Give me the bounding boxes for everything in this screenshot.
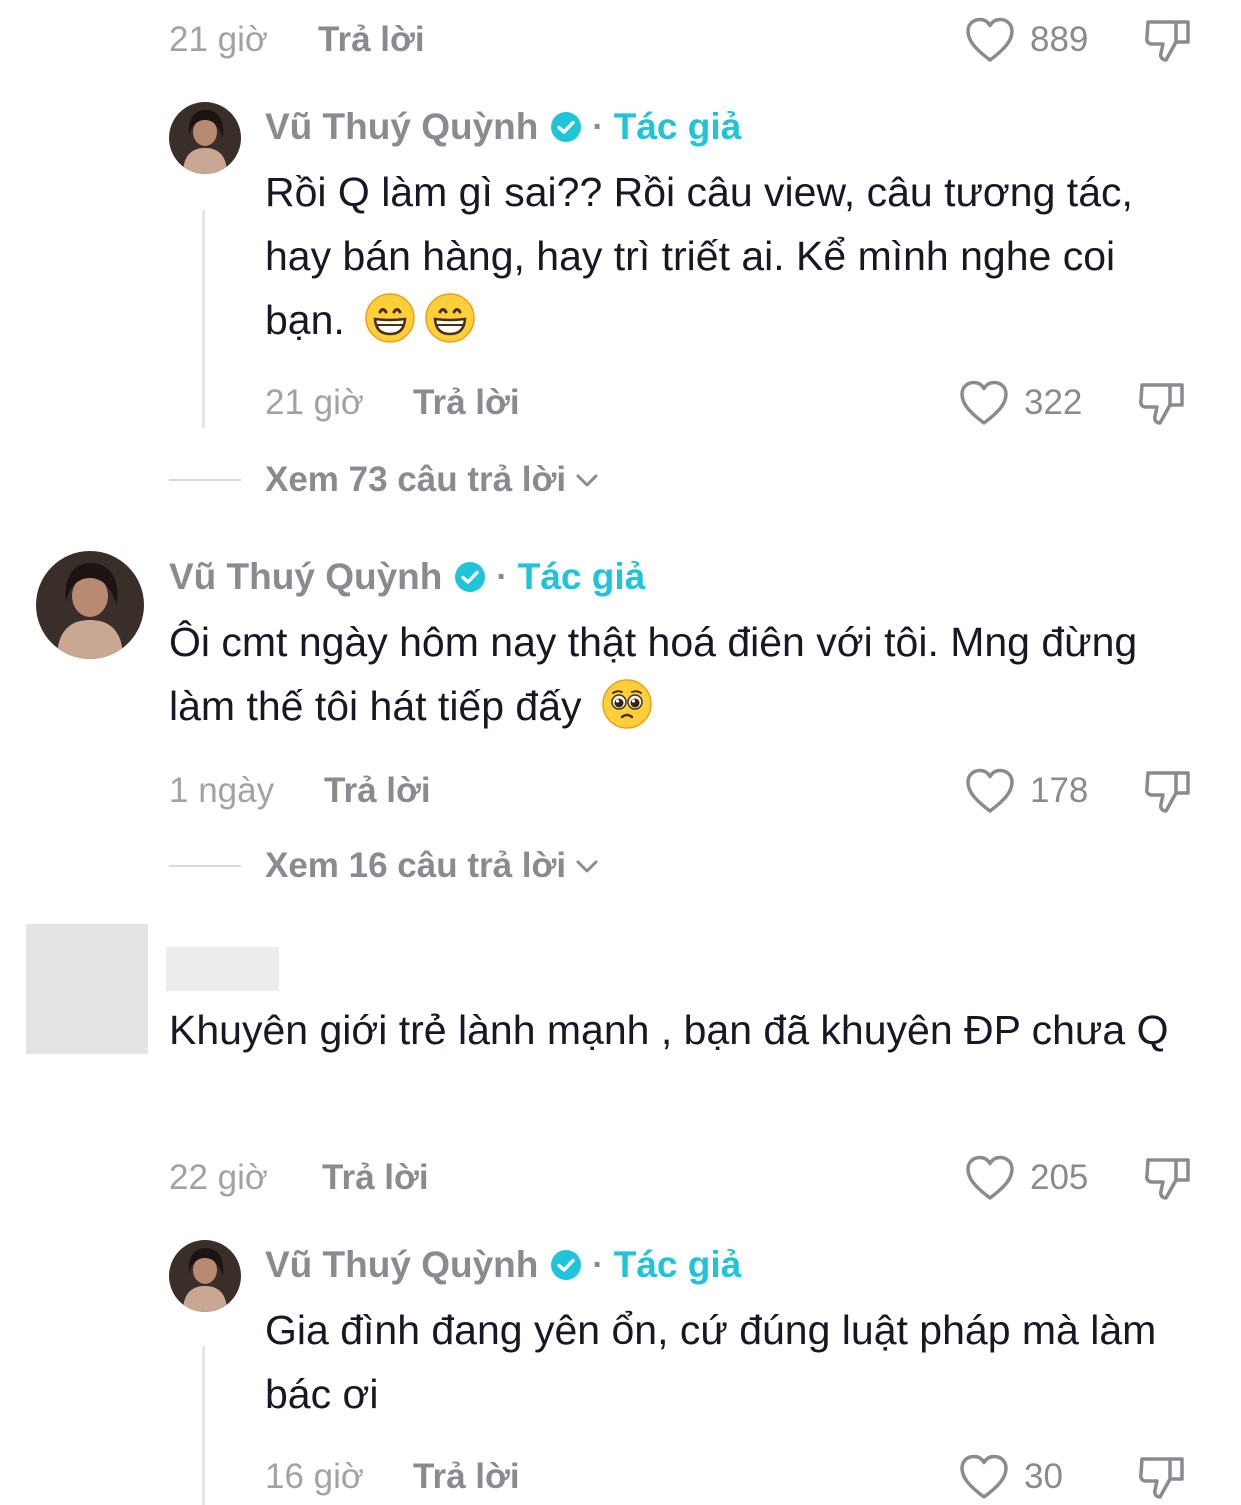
- avatar[interactable]: [26, 924, 148, 1054]
- grinning-face-emoji: [364, 292, 416, 344]
- comment-time: 1 ngày: [169, 771, 275, 810]
- separator-dot: ·: [592, 1245, 604, 1284]
- like-count: 889: [1030, 20, 1089, 59]
- author-tag: Tác giả: [613, 1244, 742, 1285]
- grinning-face-emoji: [424, 292, 476, 344]
- separator-dot: ·: [592, 107, 604, 146]
- view-replies-button[interactable]: Xem 16 câu trả lời: [265, 846, 600, 886]
- author-tag: Tác giả: [613, 106, 742, 147]
- username[interactable]: Vũ Thuý Quỳnh: [169, 556, 442, 598]
- like-heart-icon[interactable]: [964, 16, 1016, 64]
- divider-line: [169, 865, 241, 867]
- comment-time: 22 giờ: [169, 1158, 268, 1197]
- reply-button[interactable]: Trả lời: [413, 385, 520, 420]
- chevron-down-icon: [574, 853, 600, 879]
- verified-badge-icon: [454, 561, 486, 593]
- reply-button[interactable]: Trả lời: [413, 1459, 520, 1494]
- verified-badge-icon: [550, 111, 582, 143]
- comment-header: Vũ Thuý Quỳnh · Tác giả: [169, 553, 645, 601]
- comment-text: Ôi cmt ngày hôm nay thật hoá điên với tô…: [169, 610, 1199, 738]
- avatar[interactable]: [169, 1240, 241, 1312]
- like-count: 178: [1030, 771, 1089, 810]
- chevron-down-icon: [574, 467, 600, 493]
- dislike-icon[interactable]: [1136, 1453, 1188, 1501]
- like-heart-icon[interactable]: [964, 1154, 1016, 1202]
- view-replies-button[interactable]: Xem 73 câu trả lời: [265, 460, 600, 500]
- comment-header: Vũ Thuý Quỳnh · Tác giả: [265, 1241, 741, 1289]
- view-replies-label: Xem 73 câu trả lời: [265, 460, 567, 499]
- thread-line: [202, 210, 205, 428]
- dislike-icon[interactable]: [1142, 16, 1194, 64]
- dislike-icon[interactable]: [1136, 379, 1188, 427]
- view-replies-label: Xem 16 câu trả lời: [265, 846, 567, 885]
- reply-button[interactable]: Trả lời: [318, 22, 425, 57]
- like-heart-icon[interactable]: [958, 1453, 1010, 1501]
- comment-body: Ôi cmt ngày hôm nay thật hoá điên với tô…: [169, 619, 1138, 729]
- verified-badge-icon: [550, 1249, 582, 1281]
- dislike-icon[interactable]: [1142, 767, 1194, 815]
- comment-time: 21 giờ: [265, 383, 364, 422]
- avatar[interactable]: [36, 551, 144, 659]
- avatar[interactable]: [169, 102, 241, 174]
- like-count: 30: [1024, 1457, 1063, 1496]
- reply-button[interactable]: Trả lời: [322, 1160, 429, 1195]
- username[interactable]: [166, 947, 279, 991]
- reply-button[interactable]: Trả lời: [324, 773, 431, 808]
- comment-time: 16 giờ: [265, 1457, 364, 1496]
- separator-dot: ·: [496, 557, 508, 596]
- username[interactable]: Vũ Thuý Quỳnh: [265, 1244, 538, 1286]
- comment-body: Khuyên giới trẻ lành mạnh , bạn đã khuyê…: [169, 1007, 1169, 1053]
- comment-body: Gia đình đang yên ổn, cứ đúng luật pháp …: [265, 1307, 1157, 1417]
- comment-text: Rồi Q làm gì sai?? Rồi câu view, câu tươ…: [265, 160, 1205, 352]
- thread-line: [202, 1346, 205, 1505]
- author-tag: Tác giả: [517, 556, 646, 597]
- comment-text: Khuyên giới trẻ lành mạnh , bạn đã khuyê…: [169, 998, 1199, 1062]
- comment-header: Vũ Thuý Quỳnh · Tác giả: [265, 103, 741, 151]
- divider-line: [169, 479, 241, 481]
- comment-text: Gia đình đang yên ổn, cứ đúng luật pháp …: [265, 1298, 1205, 1426]
- like-count: 322: [1024, 383, 1083, 422]
- like-heart-icon[interactable]: [958, 379, 1010, 427]
- like-count: 205: [1030, 1158, 1089, 1197]
- comment-time: 21 giờ: [169, 20, 268, 59]
- pleading-face-emoji: [601, 678, 653, 730]
- like-heart-icon[interactable]: [964, 767, 1016, 815]
- dislike-icon[interactable]: [1142, 1154, 1194, 1202]
- username[interactable]: Vũ Thuý Quỳnh: [265, 106, 538, 148]
